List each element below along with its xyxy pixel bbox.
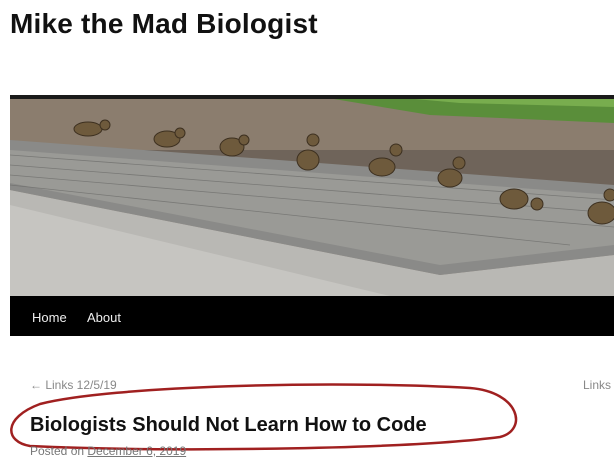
posted-on-label: Posted on bbox=[30, 444, 85, 458]
site-title[interactable]: Mike the Mad Biologist bbox=[10, 8, 318, 40]
header-image bbox=[10, 95, 614, 296]
previous-post-link[interactable]: ← Links 12/5/19 bbox=[30, 378, 117, 392]
post-meta: Posted on December 6, 2019 bbox=[30, 444, 186, 458]
next-post-link[interactable]: Links bbox=[583, 378, 611, 392]
nav-item-home[interactable]: Home bbox=[32, 310, 67, 325]
main-nav: Home About bbox=[10, 296, 614, 336]
post-title[interactable]: Biologists Should Not Learn How to Code bbox=[30, 414, 427, 437]
nav-item-about[interactable]: About bbox=[87, 310, 121, 325]
post-date-link[interactable]: December 6, 2019 bbox=[87, 444, 186, 458]
